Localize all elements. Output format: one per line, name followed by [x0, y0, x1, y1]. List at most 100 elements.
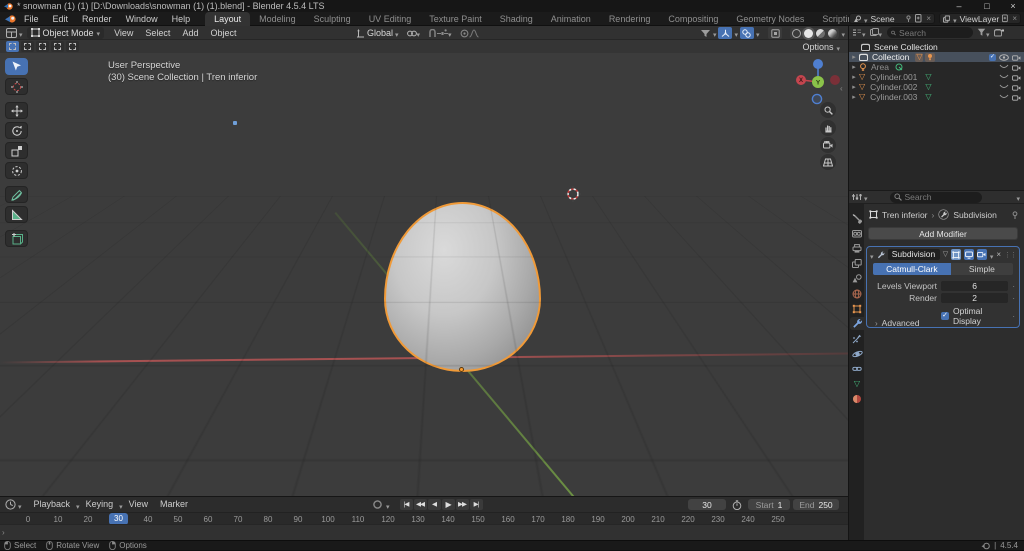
levels-viewport-field[interactable]: 6	[941, 281, 1008, 291]
tab-shading[interactable]: Shading	[491, 12, 542, 26]
show-object-types-icon[interactable]	[700, 29, 711, 38]
keying-menu[interactable]: Keying	[80, 497, 120, 512]
advanced-section-toggle[interactable]: › Advanced	[875, 318, 919, 328]
camera-restrict-icon[interactable]	[1012, 64, 1021, 71]
tab-scene[interactable]	[850, 272, 864, 285]
snap-target-icon[interactable]	[437, 29, 448, 38]
select-mode-intersect-button[interactable]	[66, 41, 79, 52]
tool-scale[interactable]	[5, 142, 28, 159]
row-collection[interactable]: ▸ Collection ▽	[849, 52, 1024, 62]
tab-uv-editing[interactable]: UV Editing	[360, 12, 421, 26]
tab-object[interactable]	[850, 302, 864, 315]
editor-type-icon[interactable]	[6, 28, 17, 38]
tab-sculpting[interactable]: Sculpting	[305, 12, 360, 26]
row-area-light[interactable]: ▸ Area	[849, 62, 1024, 72]
minimize-button[interactable]: –	[948, 0, 970, 12]
tool-rotate[interactable]	[5, 122, 28, 139]
timeline-view-menu[interactable]: View	[123, 497, 154, 512]
pan-view-button[interactable]	[820, 120, 836, 136]
outliner-search[interactable]	[887, 27, 973, 38]
tab-output[interactable]	[850, 242, 864, 255]
jump-to-end-button[interactable]: ▶|	[470, 499, 483, 510]
edit-mode-display-toggle[interactable]	[951, 249, 961, 260]
tab-modifiers[interactable]	[850, 317, 864, 330]
tab-physics[interactable]	[850, 347, 864, 360]
tab-rendering[interactable]: Rendering	[600, 12, 660, 26]
tab-render[interactable]	[850, 227, 864, 240]
tab-world[interactable]	[850, 287, 864, 300]
overlays-toggle[interactable]	[740, 27, 754, 39]
shading-wireframe-button[interactable]	[792, 29, 801, 38]
proportional-edit-icon[interactable]	[460, 29, 469, 38]
optimal-display-checkbox[interactable]	[941, 312, 949, 320]
collection-checkbox[interactable]	[989, 54, 996, 61]
eye-closed-icon[interactable]	[999, 74, 1009, 80]
eye-closed-icon[interactable]	[999, 94, 1009, 100]
auto-key-record-icon[interactable]	[372, 499, 383, 510]
menu-window[interactable]: Window	[119, 12, 165, 26]
expand-arrow[interactable]: ▸	[849, 63, 859, 71]
current-frame-field[interactable]: 30	[688, 499, 726, 510]
outliner-id-filter-icon[interactable]	[870, 28, 879, 37]
modifier-name-field[interactable]: Subdivision	[888, 249, 940, 260]
realtime-display-toggle[interactable]	[964, 249, 974, 260]
animate-dot[interactable]: ·	[1012, 294, 1015, 303]
tool-select-box[interactable]	[5, 58, 28, 75]
gizmos-toggle[interactable]	[718, 27, 732, 39]
viewport-menu-select[interactable]: Select	[139, 26, 176, 40]
camera-view-button[interactable]	[820, 137, 836, 153]
delete-modifier-icon[interactable]: ×	[996, 250, 1001, 259]
tab-geometry-nodes[interactable]: Geometry Nodes	[727, 12, 813, 26]
select-mode-invert-button[interactable]	[51, 41, 64, 52]
tab-compositing[interactable]: Compositing	[659, 12, 727, 26]
expand-arrow[interactable]: ▸	[849, 53, 859, 61]
shading-rendered-button[interactable]	[828, 29, 837, 38]
tab-modeling[interactable]: Modeling	[250, 12, 305, 26]
shading-material-button[interactable]	[816, 29, 825, 38]
tool-measure[interactable]	[5, 206, 28, 223]
timeline-ruler[interactable]: 0102030405060708090100110120130140150160…	[0, 512, 848, 524]
outliner-display-mode-icon[interactable]	[852, 28, 862, 37]
render-field[interactable]: 2	[941, 293, 1008, 303]
viewport-options-dropdown[interactable]: Options	[802, 38, 840, 56]
viewport-menu-add[interactable]: Add	[176, 26, 204, 40]
tab-animation[interactable]: Animation	[542, 12, 600, 26]
view-layer-browse-chevron[interactable]	[953, 10, 957, 28]
xray-toggle[interactable]	[768, 27, 782, 39]
zoom-view-button[interactable]	[820, 102, 836, 118]
camera-restrict-icon[interactable]	[1012, 84, 1021, 91]
channel-expand-arrow[interactable]: ›	[2, 528, 5, 537]
eye-closed-icon[interactable]	[999, 84, 1009, 90]
select-mode-set-button[interactable]	[6, 41, 19, 52]
catmull-clark-button[interactable]: Catmull-Clark	[873, 263, 951, 275]
toggle-perspective-button[interactable]	[820, 154, 836, 170]
next-keyframe-button[interactable]: ▶▶	[456, 499, 469, 510]
row-cylinder-003[interactable]: ▸ ▽ Cylinder.003 ▽	[849, 92, 1024, 102]
properties-search-input[interactable]	[905, 192, 975, 202]
falloff-curve-icon[interactable]	[469, 29, 479, 38]
mode-selector[interactable]: Object Mode	[27, 27, 105, 39]
properties-editor-icon[interactable]	[852, 192, 862, 202]
new-collection-icon[interactable]	[994, 28, 1004, 37]
timeline-editor[interactable]: Playback Keying View Marker |◀ ◀◀ ◀ ▶ ▶▶…	[0, 496, 848, 540]
pin-id-icon[interactable]	[1011, 211, 1019, 219]
animate-dot[interactable]: ·	[1012, 312, 1015, 321]
expand-arrow[interactable]: ▸	[849, 73, 859, 81]
scene-selector[interactable]: Scene ×	[849, 13, 935, 24]
unlink-scene-icon[interactable]: ×	[926, 14, 931, 23]
simple-button[interactable]: Simple	[951, 263, 1013, 275]
breadcrumb-modifier-name[interactable]: Subdivision	[953, 210, 996, 220]
snap-magnet-icon[interactable]	[428, 29, 437, 38]
view-layer-name[interactable]: ViewLayer	[960, 14, 1000, 24]
eye-open-icon[interactable]	[999, 54, 1009, 61]
new-view-layer-icon[interactable]	[1002, 14, 1009, 23]
viewport-menu-object[interactable]: Object	[204, 26, 242, 40]
modifier-extras-chevron[interactable]	[990, 246, 994, 264]
timeline-editor-chevron[interactable]	[18, 496, 22, 514]
maximize-button[interactable]: □	[976, 0, 998, 12]
select-mode-extend-button[interactable]	[21, 41, 34, 52]
frame-end-field[interactable]: End 250	[793, 499, 839, 510]
modifier-drag-handle[interactable]: ⋮⋮	[1004, 251, 1016, 259]
tab-tool[interactable]	[850, 212, 864, 225]
new-scene-icon[interactable]	[915, 14, 923, 23]
